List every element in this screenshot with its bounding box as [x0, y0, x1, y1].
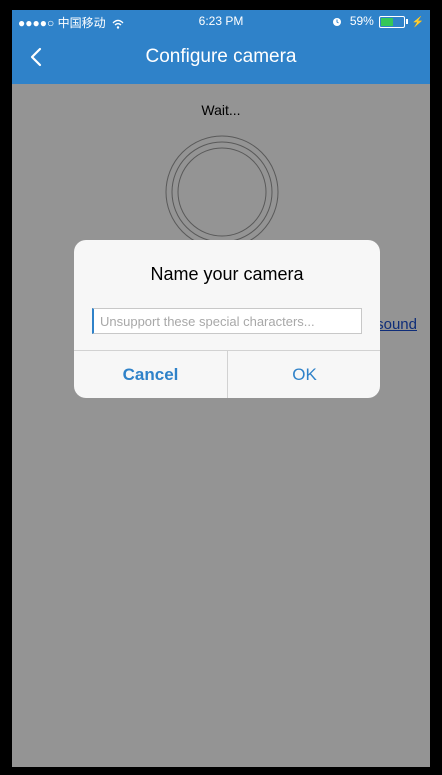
- page-title: Configure camera: [145, 46, 297, 67]
- battery-icon: [379, 15, 406, 28]
- dialog-title: Name your camera: [150, 264, 304, 284]
- charging-icon: ⚡: [411, 17, 424, 28]
- status-right: 59% ⚡: [332, 14, 424, 28]
- configure-content: Wait... sound Name your camera Cancel OK: [12, 84, 430, 767]
- cancel-button[interactable]: Cancel: [74, 351, 227, 398]
- navigation-bar: Configure camera: [12, 32, 430, 84]
- ok-button[interactable]: OK: [228, 351, 380, 398]
- camera-name-input[interactable]: [92, 308, 362, 334]
- name-camera-dialog: Name your camera Cancel OK: [74, 240, 380, 398]
- battery-fill: [381, 17, 393, 26]
- battery-tip: [406, 19, 409, 25]
- modal-overlay: [12, 84, 430, 767]
- alarm-icon: [332, 14, 345, 28]
- phone-screen: ●●●●○ 中国移动 6:23 PM 59% ⚡ Configure camer…: [12, 10, 430, 767]
- battery-percent: 59%: [349, 14, 374, 28]
- status-bar: ●●●●○ 中国移动 6:23 PM 59% ⚡: [12, 10, 430, 32]
